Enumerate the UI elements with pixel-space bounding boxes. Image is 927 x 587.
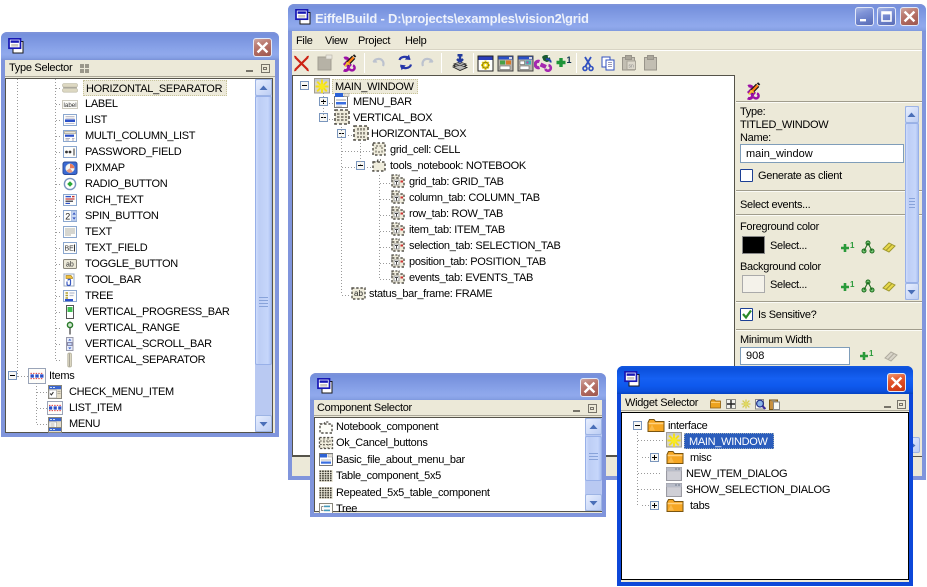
svg-text:label: label [64,102,77,109]
svg-text:1: 1 [567,55,572,65]
svg-text:1: 1 [869,349,874,358]
svg-text:ab: ab [66,262,74,269]
svg-text:2: 2 [65,212,70,222]
svg-text:sn: sn [629,64,635,70]
svg-text:ab: ab [354,289,363,298]
svg-text:1: 1 [850,280,855,289]
svg-text:BE: BE [65,246,75,253]
svg-text:1: 1 [850,241,855,250]
